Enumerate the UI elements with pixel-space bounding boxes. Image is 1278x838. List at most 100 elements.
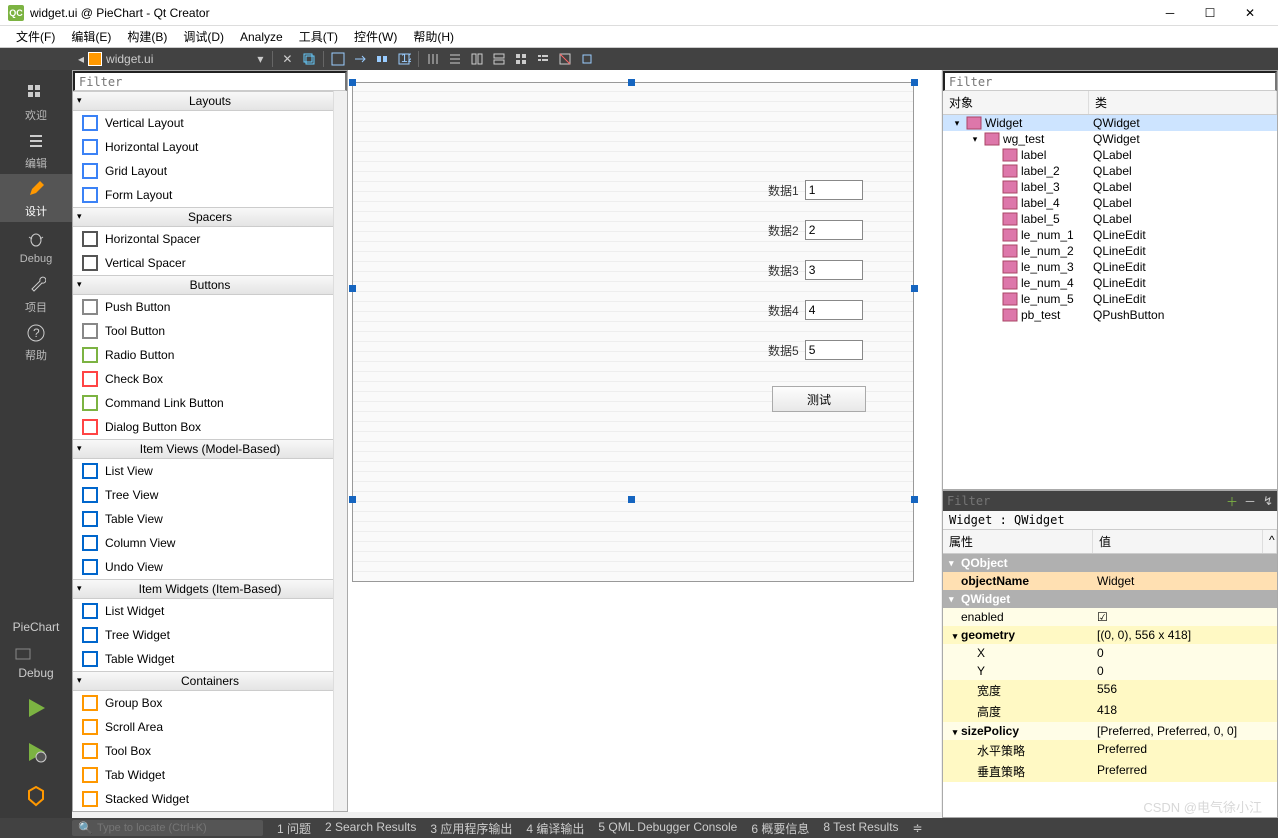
status-pane-item[interactable]: 3 应用程序输出 <box>430 820 512 837</box>
property-row[interactable]: 高度418 <box>943 701 1277 722</box>
status-pane-item[interactable]: 4 编译输出 <box>526 820 584 837</box>
property-row[interactable]: 水平策略Preferred <box>943 740 1277 761</box>
layout-form-icon[interactable] <box>533 50 553 68</box>
widget-item[interactable]: Stacked Widget <box>73 787 347 811</box>
object-tree[interactable]: ▾WidgetQWidget▾wg_testQWidgetlabelQLabel… <box>943 115 1277 323</box>
menu-item[interactable]: 编辑(E) <box>63 26 119 47</box>
resize-handle[interactable] <box>349 79 356 86</box>
object-row[interactable]: labelQLabel <box>943 147 1277 163</box>
widget-item[interactable]: Command Link Button <box>73 391 347 415</box>
scroll-arrow-icon[interactable]: ^ <box>1263 530 1277 553</box>
menu-item[interactable]: 文件(F) <box>8 26 63 47</box>
layout-h-icon[interactable] <box>423 50 443 68</box>
object-row[interactable]: label_3QLabel <box>943 179 1277 195</box>
line-edit[interactable] <box>805 300 863 320</box>
layout-hsplit-icon[interactable] <box>467 50 487 68</box>
status-pane-item[interactable]: 8 Test Results <box>823 820 898 837</box>
property-value[interactable]: [(0, 0), 556 x 418] <box>1093 628 1277 642</box>
widget-item[interactable]: Table Widget <box>73 647 347 671</box>
status-pane-item[interactable]: 1 问题 <box>277 820 311 837</box>
dropdown-icon[interactable]: ▾ <box>257 52 263 66</box>
adjust-size-icon[interactable] <box>577 50 597 68</box>
mode-设计[interactable]: 设计 <box>0 174 72 222</box>
property-value[interactable]: 418 <box>1093 703 1277 720</box>
widget-item[interactable]: Horizontal Spacer <box>73 227 347 251</box>
property-group[interactable]: ▾QObject <box>943 554 1277 572</box>
edit-signals-icon[interactable] <box>350 50 370 68</box>
add-property-icon[interactable]: ＋ <box>1223 492 1241 510</box>
widget-item[interactable]: Tool Button <box>73 319 347 343</box>
layout-vsplit-icon[interactable] <box>489 50 509 68</box>
menu-item[interactable]: 工具(T) <box>291 26 346 47</box>
edit-widgets-icon[interactable] <box>328 50 348 68</box>
widget-item[interactable]: List View <box>73 459 347 483</box>
edit-tabs-icon[interactable]: 12 <box>394 50 414 68</box>
property-row[interactable]: ▾geometry[(0, 0), 556 x 418] <box>943 626 1277 644</box>
close-button[interactable]: ✕ <box>1230 0 1270 26</box>
kit-name[interactable]: PieChart <box>13 620 60 634</box>
widget-item[interactable]: Grid Layout <box>73 159 347 183</box>
run-button[interactable] <box>18 690 54 726</box>
line-edit[interactable] <box>805 340 863 360</box>
locator-input[interactable] <box>97 822 257 834</box>
mode-Debug[interactable]: Debug <box>0 222 72 270</box>
widget-item[interactable]: Scroll Area <box>73 715 347 739</box>
property-value[interactable]: Preferred <box>1093 763 1277 780</box>
run-debug-button[interactable] <box>18 734 54 770</box>
widget-item[interactable]: Vertical Layout <box>73 111 347 135</box>
status-pane-item[interactable]: 6 概要信息 <box>751 820 809 837</box>
break-layout-icon[interactable] <box>555 50 575 68</box>
widget-item[interactable]: Radio Button <box>73 343 347 367</box>
form-canvas[interactable]: 数据1数据2数据3数据4数据5 测试 <box>348 70 941 812</box>
menu-item[interactable]: 帮助(H) <box>405 26 462 47</box>
widget-item[interactable]: Dialog Button Box <box>73 415 347 439</box>
property-row[interactable]: X0 <box>943 644 1277 662</box>
line-edit[interactable] <box>805 260 863 280</box>
widget-item[interactable]: Vertical Spacer <box>73 251 347 275</box>
maximize-button[interactable]: ☐ <box>1190 0 1230 26</box>
layout-v-icon[interactable] <box>445 50 465 68</box>
category-header[interactable]: ▾Containers <box>73 671 347 691</box>
widget-item[interactable]: Table View <box>73 507 347 531</box>
widget-item[interactable]: Form Layout <box>73 183 347 207</box>
property-row[interactable]: objectNameWidget <box>943 572 1277 590</box>
property-value[interactable]: 0 <box>1093 664 1277 678</box>
line-edit[interactable] <box>805 220 863 240</box>
scrollbar[interactable] <box>333 91 347 811</box>
widgetbox-list[interactable]: ▾LayoutsVertical LayoutHorizontal Layout… <box>73 91 347 811</box>
object-row[interactable]: le_num_2QLineEdit <box>943 243 1277 259</box>
settings-icon[interactable]: ↯ <box>1259 492 1277 510</box>
widget-item[interactable]: Tab Widget <box>73 763 347 787</box>
object-row[interactable]: pb_testQPushButton <box>943 307 1277 323</box>
mode-欢迎[interactable]: 欢迎 <box>0 78 72 126</box>
property-value[interactable]: [Preferred, Preferred, 0, 0] <box>1093 724 1277 738</box>
status-pane-item[interactable]: 5 QML Debugger Console <box>598 820 737 837</box>
locator[interactable]: 🔍 <box>72 820 263 836</box>
resize-handle[interactable] <box>349 496 356 503</box>
output-toggle-icon[interactable]: ≑ <box>913 821 923 835</box>
resize-handle[interactable] <box>911 285 918 292</box>
widgetbox-filter-input[interactable] <box>73 71 347 91</box>
form-widget[interactable] <box>352 82 914 582</box>
category-header[interactable]: ▾Buttons <box>73 275 347 295</box>
widget-item[interactable]: Tool Box <box>73 739 347 763</box>
edit-buddies-icon[interactable] <box>372 50 392 68</box>
resize-handle[interactable] <box>628 496 635 503</box>
menu-item[interactable]: 调试(D) <box>175 26 232 47</box>
property-value[interactable]: ☑ <box>1093 610 1277 624</box>
property-value[interactable]: Preferred <box>1093 742 1277 759</box>
menu-item[interactable]: Analyze <box>232 28 291 46</box>
widget-item[interactable]: Column View <box>73 531 347 555</box>
mode-项目[interactable]: 项目 <box>0 270 72 318</box>
layout-grid-icon[interactable] <box>511 50 531 68</box>
object-row[interactable]: label_5QLabel <box>943 211 1277 227</box>
close-tab-button[interactable]: ✕ <box>277 50 297 68</box>
object-row[interactable]: le_num_4QLineEdit <box>943 275 1277 291</box>
category-header[interactable]: ▾Layouts <box>73 91 347 111</box>
object-row[interactable]: label_4QLabel <box>943 195 1277 211</box>
widget-item[interactable]: Horizontal Layout <box>73 135 347 159</box>
mode-帮助[interactable]: ?帮助 <box>0 318 72 366</box>
mode-编辑[interactable]: 编辑 <box>0 126 72 174</box>
widget-item[interactable]: Group Box <box>73 691 347 715</box>
property-row[interactable]: Y0 <box>943 662 1277 680</box>
